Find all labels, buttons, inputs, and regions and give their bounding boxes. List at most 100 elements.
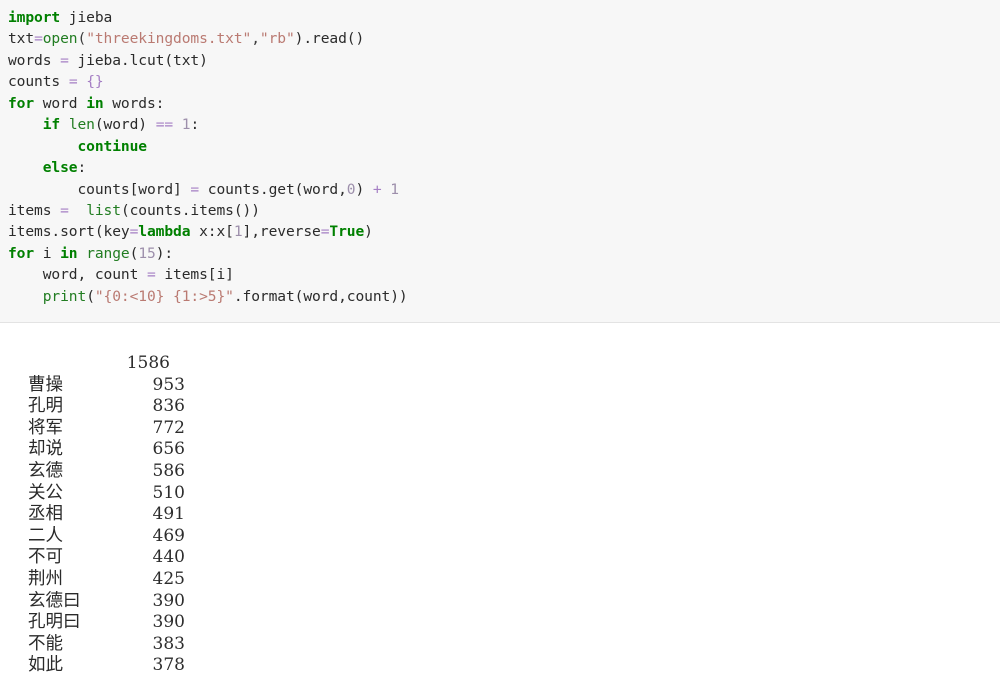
code-token: jieba [60,9,113,26]
code-token: : [190,116,200,134]
output-count: 378 [152,655,185,676]
code-token: list [86,201,121,219]
word-frequency-output: 1586 曹操 953 孔明 836 将军 772 却说 656 玄德 586 关公 510 丞相 491 二… [0,323,1000,677]
output-row: 荆州 425 [0,569,1000,591]
code-token: = [60,51,69,69]
output-count: 586 [152,460,185,481]
output-word: 不能 [28,633,63,654]
code-token: lambda [138,223,191,241]
program-output: 1586 曹操 953 孔明 836 将军 772 却说 656 玄德 586 关公 510 丞相 491 二… [0,323,1000,677]
code-token: word [34,94,87,112]
code-line: items.sort(key=lambda x:x[1],reverse=Tru… [8,221,1000,242]
code-token: continue [77,137,148,155]
code-line: counts[word] = counts.get(word,0) + 1 [8,179,1000,200]
output-count: 656 [152,439,185,460]
output-row: 玄德曰 390 [0,591,1000,613]
python-source-code[interactable]: import jieba txt=open("threekingdoms.txt"… [8,7,1000,307]
output-word: 曹操 [28,374,63,395]
code-token: = [68,73,78,91]
code-token: if [42,116,61,134]
output-word: 将军 [28,417,63,438]
code-token: words [8,51,61,69]
output-word: 二人 [28,525,63,546]
code-token: : [77,159,87,177]
code-token: 1 [390,180,399,198]
output-row: 曹操 953 [0,375,1000,397]
code-block: import jieba txt=open("threekingdoms.txt"… [0,0,1000,323]
output-row: 不能 383 [0,634,1000,656]
code-token: "rb" [259,30,295,48]
code-line: print("{0:<10} {1:>5}".format(word,count… [8,286,1000,307]
code-token: = [129,223,139,241]
output-count: 383 [152,633,185,654]
code-token: ): [155,244,174,262]
code-token: ],reverse [242,223,321,241]
code-token: words: [103,94,165,112]
output-count: 390 [152,612,185,633]
code-line: items = list(counts.items()) [8,200,1000,221]
code-token: in [86,94,104,112]
output-count: 1586 [126,353,170,373]
code-token: ) [355,180,373,198]
output-row: 丞相 491 [0,504,1000,526]
code-token: , [251,30,260,48]
code-token: for [8,94,35,112]
output-count: 510 [152,482,185,503]
output-word: 不可 [28,547,63,568]
code-token: word, count [8,266,147,284]
output-count: 772 [152,417,185,438]
output-row: 孔明曰 390 [0,612,1000,634]
code-token: ( [77,30,87,48]
code-token: ).read() [294,30,365,48]
code-line: words = jieba.lcut(txt) [8,50,1000,71]
output-row: 如此 378 [0,655,1000,677]
code-token: = [190,180,200,198]
output-count: 425 [152,568,185,589]
code-token: items[i] [155,266,234,284]
output-row: 却说 656 [0,439,1000,461]
output-row: 不可 440 [0,547,1000,569]
output-word: 关公 [28,482,63,503]
code-token: print [42,287,87,305]
code-token: {} [86,73,104,91]
code-token: counts [8,73,69,91]
code-token: ( [129,244,139,262]
code-line: word, count = items[i] [8,264,1000,285]
output-row: 二人 469 [0,526,1000,548]
code-token: == [155,116,174,134]
code-token: len [68,116,95,134]
code-token: for [8,244,35,262]
code-token: items.sort(key [8,223,130,241]
code-token: ) [364,223,373,241]
code-token: else [42,159,78,177]
code-token: 15 [138,244,156,262]
output-row: 玄德 586 [0,461,1000,483]
code-token: jieba.lcut(txt) [68,51,208,69]
output-row: 孔明 836 [0,396,1000,418]
code-token: (counts.items()) [120,201,260,219]
output-word: 玄德曰 [28,590,81,611]
code-token: = [146,266,156,284]
code-token: counts.get(word, [199,180,347,198]
output-word: 孔明 [28,396,63,417]
output-word: 孔明曰 [28,612,81,633]
code-line: txt=open("threekingdoms.txt","rb").read(… [8,28,1000,49]
code-token: ( [86,287,95,305]
code-line: if len(word) == 1: [8,114,1000,135]
code-line: continue [8,136,1000,157]
output-count: 836 [152,396,185,417]
code-token: x:x[ [190,223,234,241]
output-word: 却说 [28,439,63,460]
code-line: else: [8,157,1000,178]
code-token: + [372,180,382,198]
output-row: 将军 772 [0,418,1000,440]
code-token: = [34,30,43,48]
output-count: 953 [152,374,185,395]
code-line: import jieba [8,7,1000,28]
output-count: 440 [152,547,185,568]
